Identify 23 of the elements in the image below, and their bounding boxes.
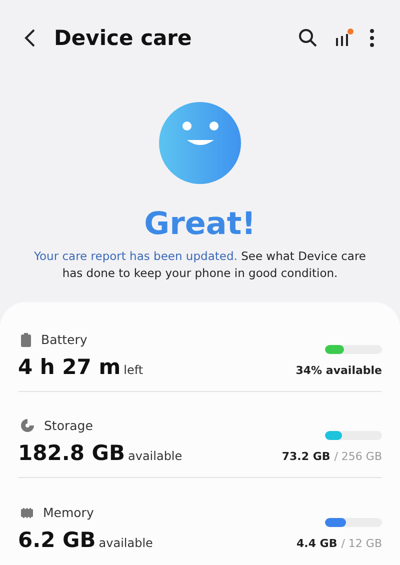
item-label: Memory (43, 505, 94, 520)
smiley-face-icon (159, 102, 241, 184)
item-unit: left (124, 363, 144, 377)
care-report-description: Your care report has been updated. See what Device care has done to keep your phone in good condition. (33, 248, 367, 282)
total-amount: / 256 GB (334, 450, 382, 463)
item-unit: available (128, 449, 182, 463)
pie-chart-icon (21, 419, 34, 432)
item-value: 4 h 27 m (18, 355, 121, 379)
status-headline: Great! (144, 206, 256, 242)
usage-amount: 73.2 GB (282, 450, 330, 463)
item-unit: available (98, 536, 153, 550)
usage-amount: 34% available (296, 364, 382, 377)
screen-title: Device care (54, 26, 192, 50)
item-label: Storage (44, 418, 93, 433)
usage-amount: 4.4 GB (296, 537, 338, 550)
chevron-left-icon (24, 28, 36, 48)
item-value: 182.8 GB (18, 441, 125, 465)
total-amount: / 12 GB (341, 537, 382, 550)
report-link[interactable]: Your care report has been updated. (34, 249, 238, 263)
item-label: Battery (41, 332, 88, 347)
item-value: 6.2 GB (18, 528, 96, 552)
memory-chip-icon (21, 508, 33, 518)
battery-icon (21, 332, 31, 346)
